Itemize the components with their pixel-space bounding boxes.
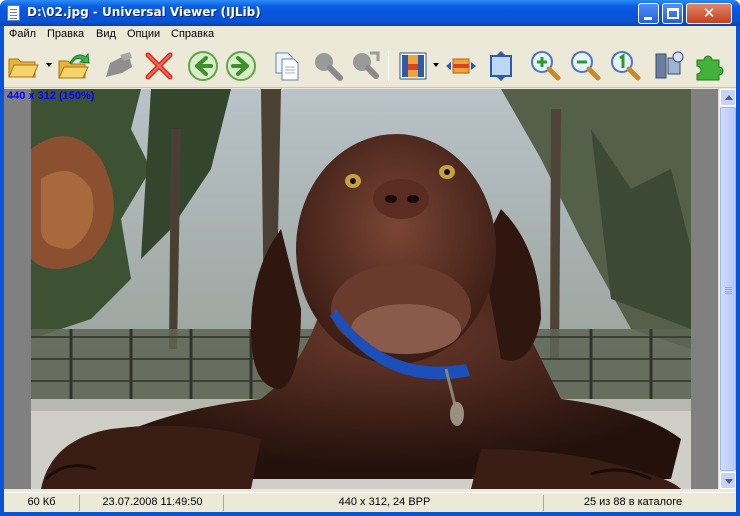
image-mode-button[interactable]	[396, 49, 430, 83]
fit-window-icon	[490, 51, 512, 81]
options-icon	[655, 51, 684, 79]
next-button[interactable]	[224, 49, 258, 83]
maximize-icon	[667, 8, 679, 19]
photo	[31, 89, 691, 489]
open-dropdown-icon[interactable]	[46, 63, 52, 67]
copy-button[interactable]	[270, 49, 304, 83]
image-mode-icon	[399, 52, 427, 80]
zoom-out-icon	[571, 51, 601, 81]
menu-view[interactable]: Вид	[96, 28, 116, 40]
plugins-icon	[696, 55, 724, 81]
next-icon	[226, 51, 256, 81]
menu-bar: Файл Правка Вид Опции Справка	[4, 26, 736, 44]
find-button[interactable]	[310, 49, 344, 83]
zoom-in-button[interactable]	[528, 49, 562, 83]
client-area: Файл Правка Вид Опции Справка 440 x 312 …	[4, 26, 736, 512]
copy-icon	[275, 52, 299, 81]
status-image-info: 440 x 312, 24 BPP	[226, 495, 544, 511]
scroll-down-button[interactable]	[720, 472, 736, 489]
reopen-button[interactable]	[56, 49, 90, 83]
menu-options[interactable]: Опции	[127, 28, 160, 40]
close-icon: ✕	[702, 4, 716, 22]
plugins-button[interactable]	[692, 49, 726, 83]
app-window: D:\02.jpg - Universal Viewer (IJLib) ✕ Ф…	[0, 0, 740, 516]
maximize-button[interactable]	[662, 3, 683, 24]
status-position: 25 из 88 в каталоге	[583, 496, 683, 508]
scroll-up-button[interactable]	[720, 89, 736, 106]
previous-button[interactable]	[186, 49, 220, 83]
open-folder-icon	[8, 58, 39, 78]
delete-icon	[145, 52, 173, 80]
title-bar[interactable]: D:\02.jpg - Universal Viewer (IJLib) ✕	[0, 0, 740, 26]
scroll-thumb[interactable]	[720, 107, 736, 471]
options-button[interactable]	[652, 49, 686, 83]
open-button[interactable]	[6, 49, 40, 83]
menu-help[interactable]: Справка	[171, 28, 214, 40]
status-file-size: 60 Кб	[4, 495, 80, 511]
menu-file[interactable]: Файл	[9, 28, 36, 40]
document-icon	[7, 5, 20, 21]
image-info-overlay: 440 x 312 (150%)	[7, 90, 95, 102]
zoom-original-icon	[611, 51, 641, 81]
chevron-up-icon	[725, 95, 733, 100]
find-next-icon	[353, 51, 380, 79]
chevron-down-icon	[725, 479, 733, 484]
window-title: D:\02.jpg - Universal Viewer (IJLib)	[27, 5, 261, 19]
delete-button[interactable]	[142, 49, 176, 83]
find-next-button[interactable]	[348, 49, 382, 83]
minimize-icon	[644, 17, 652, 20]
status-date: 23.07.2008 11:49:50	[82, 495, 224, 511]
dog-photo-image	[31, 89, 691, 489]
edit-button[interactable]	[102, 49, 136, 83]
minimize-button[interactable]	[638, 3, 659, 24]
close-button[interactable]: ✕	[686, 3, 732, 24]
status-bar: 60 Кб 23.07.2008 11:49:50 440 x 312, 24 …	[4, 492, 736, 512]
reopen-folder-icon	[58, 52, 90, 79]
vertical-scrollbar[interactable]	[718, 89, 736, 489]
fit-width-button[interactable]	[444, 49, 478, 83]
fit-width-icon	[446, 58, 476, 74]
zoom-original-button[interactable]	[608, 49, 642, 83]
find-icon	[315, 53, 343, 81]
menu-edit[interactable]: Правка	[47, 28, 84, 40]
image-viewer[interactable]: 440 x 312 (150%)	[4, 89, 718, 489]
zoom-out-button[interactable]	[568, 49, 602, 83]
image-mode-dropdown-icon[interactable]	[433, 63, 439, 67]
toolbar	[4, 44, 736, 88]
edit-icon	[106, 52, 132, 77]
fit-window-button[interactable]	[484, 49, 518, 83]
zoom-in-icon	[531, 51, 561, 81]
toolbar-separator	[388, 51, 389, 81]
previous-icon	[188, 51, 218, 81]
